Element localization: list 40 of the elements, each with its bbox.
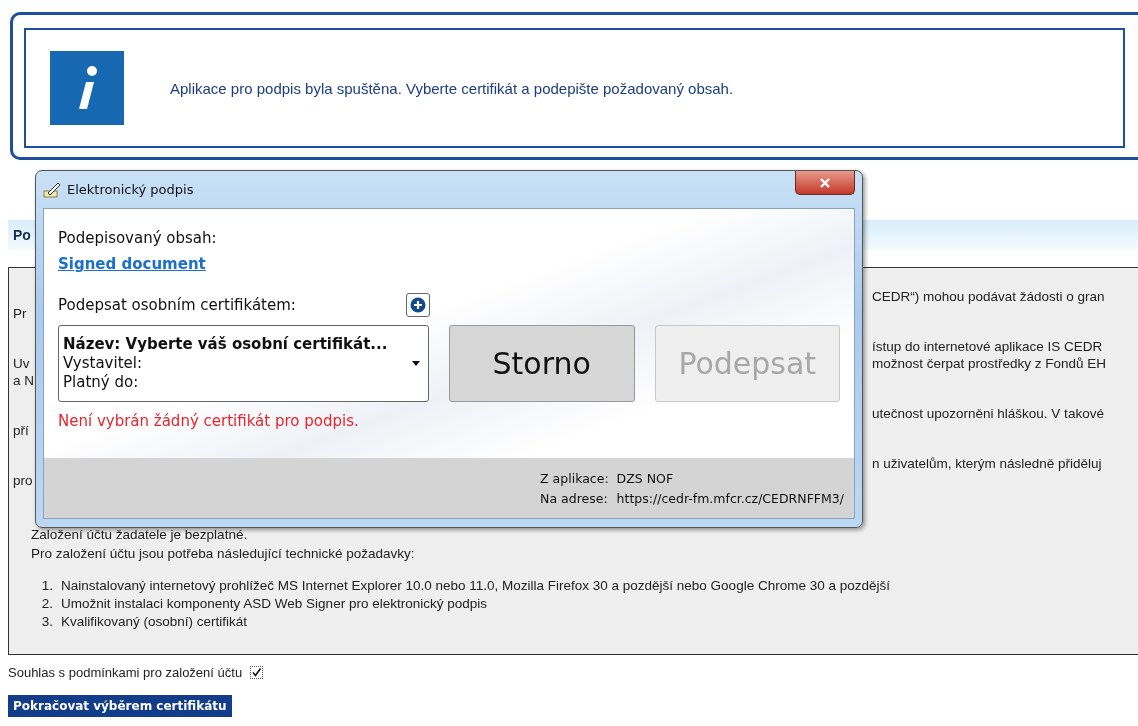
text-fragment: pro <box>13 473 33 488</box>
text-fragment: pří <box>13 423 29 438</box>
caret-icon <box>412 361 420 366</box>
footer-value: https://cedr-fm.mfcr.cz/CEDRNFFM3/ <box>616 490 844 506</box>
pen-icon <box>43 181 61 198</box>
list-number: 3. <box>40 613 53 631</box>
text-fragment: ístup do internetové aplikace IS CEDR <box>872 339 1103 354</box>
list-number: 1. <box>40 577 53 595</box>
requirement-text: Nainstalovaný internetový prohlížeč MS Internet Explorer 10.0 nebo 11.0, Mozilla Firefox 30 a pozdější nebo Google Chrome 30 a pozdější <box>61 577 890 595</box>
section-title: Po <box>13 227 31 243</box>
dialog-title: Elektronický podpis <box>67 182 194 197</box>
requirements-intro: Pro založení účtu jsou potřeba následující technické požadavky: <box>31 546 416 561</box>
text-fragment: možnost čerpat prostředky z Fondů EH <box>872 356 1107 371</box>
continue-button[interactable]: Pokračovat výběrem certifikátu <box>8 695 232 717</box>
agreement-label: Souhlas s podmínkami pro založení účtu <box>8 665 243 680</box>
agreement-checkbox[interactable] <box>250 666 264 679</box>
error-message: Není vybrán žádný certifikát pro podpis. <box>58 412 360 430</box>
list-number: 2. <box>40 595 53 613</box>
content-label: Podepisovaný obsah: <box>58 229 218 247</box>
certificate-label: Podepsat osobním certifikátem: <box>58 296 296 314</box>
footer-label: Z aplikace: <box>540 470 609 486</box>
footer-label: Na adrese: <box>540 490 609 506</box>
text-fragment: CEDR“) mohou podávat žádosti o gran <box>872 289 1105 304</box>
close-icon <box>819 177 831 188</box>
document-link[interactable]: Signed document <box>58 255 206 273</box>
dialog-button[interactable]: Storno <box>449 325 635 402</box>
requirement-text: Umožnit instalaci komponenty ASD Web Signer pro elektronický podpis <box>61 595 487 613</box>
info-message: Aplikace pro podpis byla spuštěna. Vyberte certifikát a podepište požadovaný obsah. <box>170 79 734 97</box>
footer-value: DZS NOF <box>616 470 675 486</box>
text-fragment: a N <box>13 373 34 388</box>
text-fragment: Uv <box>13 356 30 371</box>
add-certificate-button[interactable] <box>406 293 430 317</box>
certificate-select[interactable]: Název: Vyberte váš osobní certifikát... Vystavitel: Platný do: <box>58 325 429 402</box>
note-text: Založení účtu žadatele je bezplatné. <box>31 527 249 542</box>
text-fragment: Pr <box>13 306 27 321</box>
close-button[interactable] <box>795 171 855 195</box>
text-fragment: utečnost upozorněni hláškou. V takové <box>872 406 1104 421</box>
requirement-text: Kvalifikovaný (osobní) certifikát <box>61 613 248 631</box>
text-fragment: n uživatelům, kterým následně přiděluj <box>872 456 1102 471</box>
info-icon <box>50 51 124 125</box>
